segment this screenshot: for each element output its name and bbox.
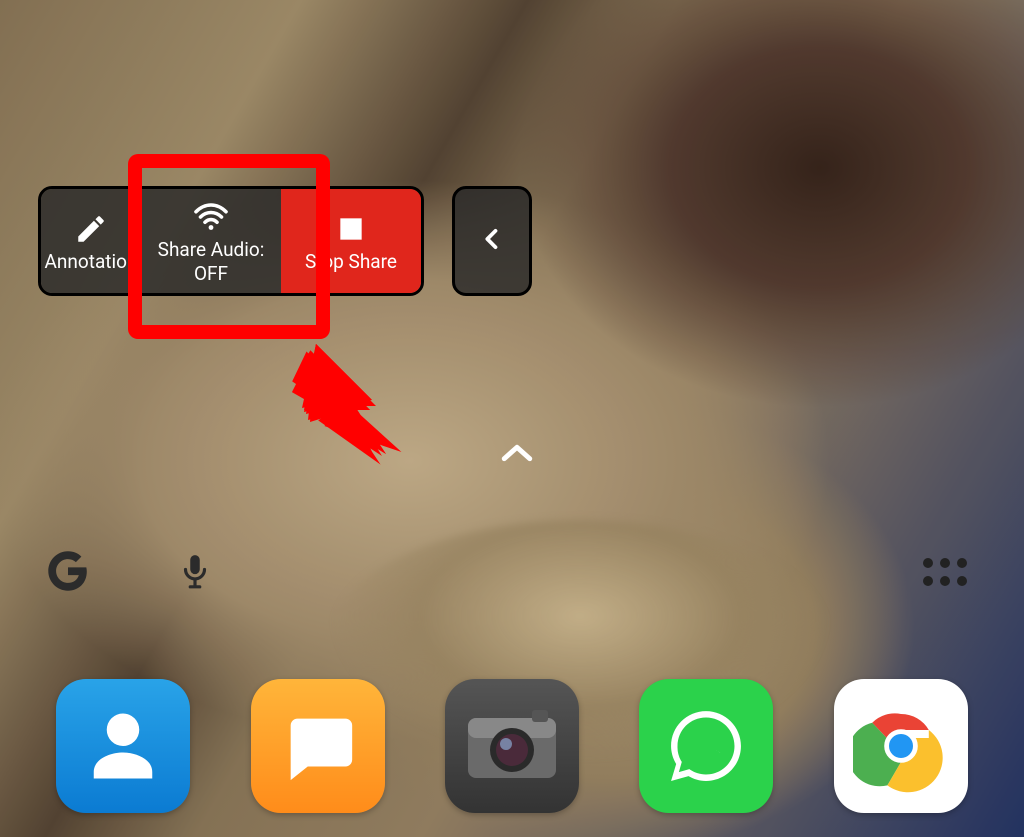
- stop-share-label: Stop Share: [305, 251, 397, 273]
- google-search-widget[interactable]: [46, 548, 214, 598]
- share-toolbar: Annotation Share Audio: OFF Stop Share: [38, 186, 532, 296]
- swipe-up-indicator-icon[interactable]: [500, 442, 534, 468]
- collapse-toolbar-button[interactable]: [452, 186, 532, 296]
- camera-app-icon[interactable]: [445, 679, 579, 813]
- annotation-button[interactable]: Annotation: [41, 189, 141, 293]
- wifi-icon: [189, 197, 233, 237]
- mic-icon[interactable]: [176, 548, 214, 598]
- chrome-app-icon[interactable]: [834, 679, 968, 813]
- chevron-left-icon: [478, 219, 506, 263]
- apps-grid-icon[interactable]: [920, 554, 970, 594]
- stop-icon: [335, 209, 367, 249]
- google-g-icon[interactable]: [46, 549, 90, 597]
- messages-app-icon[interactable]: [251, 679, 385, 813]
- contacts-app-icon[interactable]: [56, 679, 190, 813]
- pencil-icon: [74, 209, 108, 249]
- dock: [0, 679, 1024, 813]
- share-audio-state: OFF: [194, 263, 228, 285]
- share-toolbar-group: Annotation Share Audio: OFF Stop Share: [38, 186, 424, 296]
- share-audio-button[interactable]: Share Audio: OFF: [141, 189, 281, 293]
- annotation-label: Annotation: [45, 251, 138, 273]
- share-audio-label: Share Audio:: [158, 239, 265, 261]
- stop-share-button[interactable]: Stop Share: [281, 189, 421, 293]
- whatsapp-app-icon[interactable]: [639, 679, 773, 813]
